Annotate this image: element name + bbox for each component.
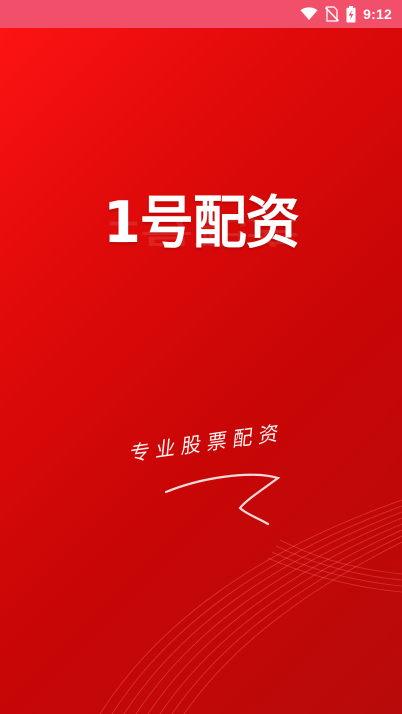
status-bar: 9:12 <box>0 0 402 28</box>
splash-screen: 9:12 1号配资 1号配资 专业股票配资 <box>0 0 402 714</box>
app-title: 1号配资 <box>103 189 300 256</box>
status-icons: 9:12 <box>300 0 392 28</box>
no-sim-icon <box>325 6 340 22</box>
wifi-icon <box>300 7 318 21</box>
slogan: 专业股票配资 <box>126 420 285 466</box>
status-time: 9:12 <box>363 6 392 22</box>
decorative-swoosh-icon <box>99 473 402 714</box>
brand-logo: 1号配资 1号配资 <box>0 189 402 256</box>
battery-charging-icon <box>346 5 356 23</box>
